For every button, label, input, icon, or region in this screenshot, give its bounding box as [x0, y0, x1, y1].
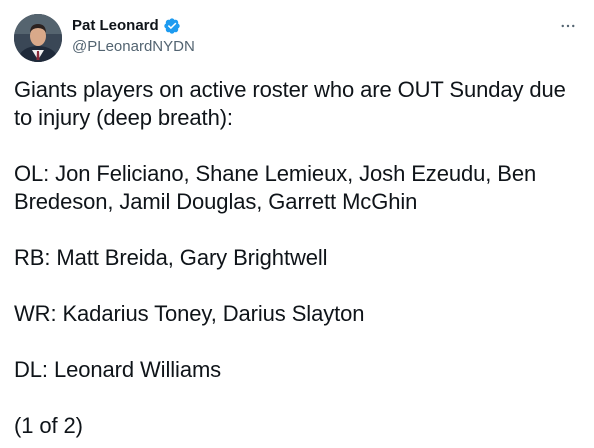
tweet-paragraph: WR: Kadarius Toney, Darius Slayton [14, 301, 365, 326]
display-name[interactable]: Pat Leonard [72, 16, 159, 36]
tweet-card: Pat Leonard @PLeonardNYDN Giants players… [0, 0, 594, 448]
author-handle[interactable]: @PLeonardNYDN [72, 37, 195, 57]
author-avatar[interactable] [14, 14, 62, 62]
tweet-paragraph: DL: Leonard Williams [14, 357, 222, 382]
profile-photo-icon [14, 14, 62, 62]
tweet-paragraph: RB: Matt Breida, Gary Brightwell [14, 245, 328, 270]
tweet-paragraph: Giants players on active roster who are … [14, 77, 572, 130]
author-info: Pat Leonard @PLeonardNYDN [72, 16, 195, 57]
tweet-paragraph: OL: Jon Feliciano, Shane Lemieux, Josh E… [14, 161, 543, 214]
verified-badge-icon [163, 17, 181, 35]
more-options-button[interactable] [556, 14, 580, 38]
tweet-text: Giants players on active roster who are … [14, 76, 574, 440]
tweet-paragraph: (1 of 2) [14, 413, 83, 438]
name-row: Pat Leonard [72, 16, 195, 36]
more-options-icon [561, 24, 575, 28]
